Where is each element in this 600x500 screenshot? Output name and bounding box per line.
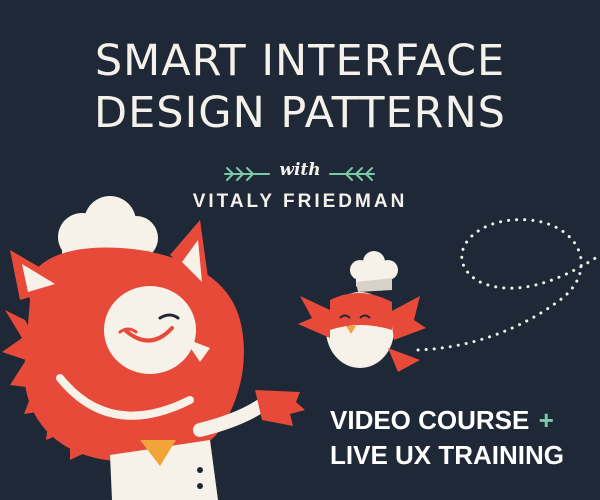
promo-banner[interactable]: SMART INTERFACE DESIGN PATTERNS with VIT… (0, 0, 600, 500)
plus-icon: + (538, 405, 554, 435)
course-video-label: VIDEO COURSE (330, 405, 530, 435)
title-line-1: SMART INTERFACE (94, 36, 506, 86)
with-row: with (0, 158, 600, 188)
author-name: VITALY FRIEDMAN (192, 191, 408, 212)
title-line-2: DESIGN PATTERNS (94, 88, 506, 138)
bird-chef-mascot (298, 251, 426, 372)
cat-chef-mascot (2, 196, 305, 500)
course-line-1: VIDEO COURSE + (330, 405, 554, 436)
dotted-flight-path (416, 218, 600, 352)
course-line-2: LIVE UX TRAINING (330, 440, 565, 470)
with-label: with (279, 160, 321, 180)
leaf-right-icon (329, 167, 375, 181)
